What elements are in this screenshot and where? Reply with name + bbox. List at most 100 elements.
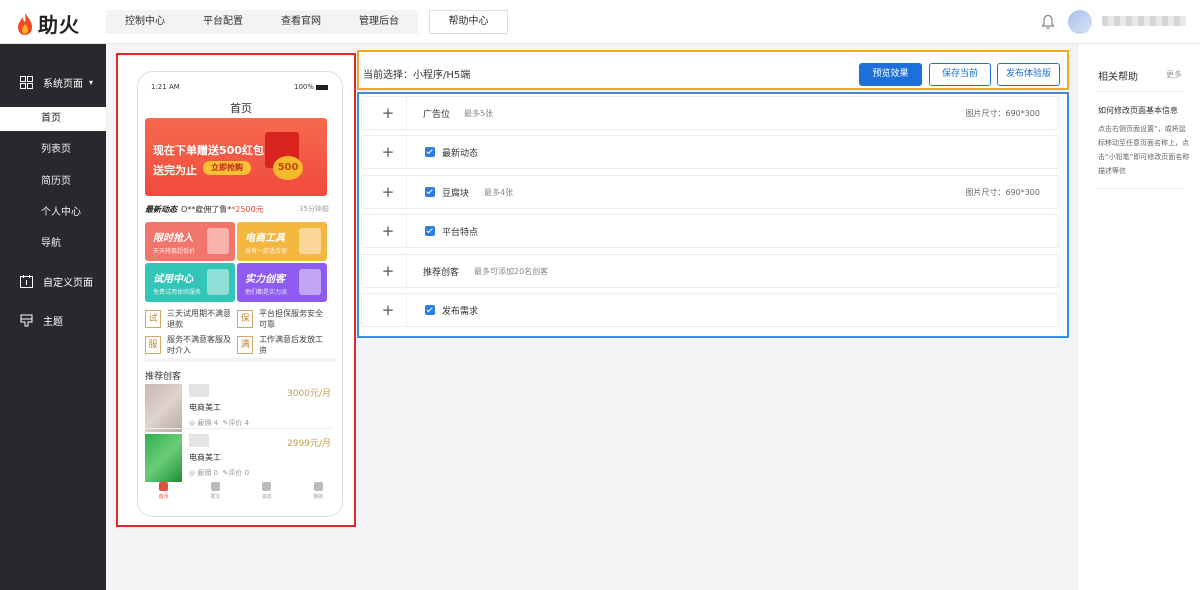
logo[interactable]: 助火 bbox=[16, 9, 80, 38]
maker-role: 电商美工 bbox=[189, 403, 221, 412]
module-row-post-demand[interactable]: + 发布需求 bbox=[361, 293, 1059, 327]
module-row-platform-features[interactable]: + 平台特点 bbox=[361, 214, 1059, 248]
list-item[interactable]: 电商美工 ◎ 雇佣 0 ✎评价 0 2999元/月 bbox=[145, 434, 331, 488]
refresh-icon bbox=[210, 482, 220, 491]
phone-banner[interactable]: 现在下单赠送500红包 送完为止 立即抢购 500 bbox=[145, 118, 327, 196]
review-count: 评价 0 bbox=[228, 469, 250, 477]
divider bbox=[406, 97, 407, 129]
top-nav: 控制中心 平台配置 查看官网 管理后台 bbox=[106, 10, 418, 34]
preview-button[interactable]: 预览效果 bbox=[859, 63, 922, 86]
card-title: 电商工具 bbox=[245, 233, 285, 244]
banner-buy-button[interactable]: 立即抢购 bbox=[203, 161, 251, 175]
module-checkbox[interactable] bbox=[425, 187, 435, 197]
calendar-icon bbox=[20, 274, 33, 288]
news-text-prefix: O**雇佣了鲁* bbox=[181, 205, 232, 214]
monitor-icon bbox=[299, 228, 321, 254]
nav-platform-config[interactable]: 平台配置 bbox=[184, 10, 262, 34]
help-answer: 点击右侧页面设置”，或将鼠标移动至任意页面名称上，点击“小铅笔”即可修改页面名称… bbox=[1098, 125, 1190, 175]
bell-icon[interactable] bbox=[1041, 14, 1055, 30]
flame-icon bbox=[18, 12, 32, 35]
current-selection-label: 当前选择：小程序/H5端 bbox=[363, 70, 471, 81]
tab-label: 我的 bbox=[313, 494, 324, 500]
expand-plus-icon[interactable]: + bbox=[378, 221, 398, 241]
sidebar-item-profile[interactable]: 个人中心 bbox=[0, 201, 106, 225]
phone-battery: 100% bbox=[294, 83, 329, 91]
help-more-link[interactable]: 更多 bbox=[1166, 69, 1182, 80]
module-row-latest-news[interactable]: + 最新动态 bbox=[361, 135, 1059, 169]
brand-name: 助火 bbox=[38, 13, 80, 37]
divider bbox=[406, 255, 407, 287]
news-time: 35分钟前 bbox=[299, 205, 329, 213]
tab-label: 消息 bbox=[261, 494, 272, 500]
card-title: 试用中心 bbox=[153, 274, 193, 285]
battery-text: 100% bbox=[294, 83, 315, 91]
feature-badge-icon: 服 bbox=[145, 336, 161, 354]
phone-frame: 1:21 AM 100% 首页 现在下单赠送500红包 送完为止 立即抢购 50… bbox=[137, 71, 343, 517]
news-tag: 最新动态 bbox=[145, 205, 177, 214]
expand-plus-icon[interactable]: + bbox=[378, 103, 398, 123]
module-row-tiles[interactable]: + 豆腐块 最多4张 图片尺寸：690*300 bbox=[361, 175, 1059, 209]
review-count: 评价 4 bbox=[228, 419, 250, 427]
feature-text: 三天试用期不满意退款 bbox=[167, 309, 231, 329]
list-item[interactable]: 电商美工 ◎ 雇佣 4 ✎评价 4 3000元/月 bbox=[145, 384, 331, 438]
tab-mine[interactable]: 我的 bbox=[293, 482, 343, 502]
tab-home[interactable]: 首页 bbox=[138, 482, 190, 502]
divider bbox=[1096, 188, 1184, 189]
recommend-title: 推荐创客 bbox=[145, 372, 182, 382]
divider bbox=[406, 136, 407, 168]
sidebar-item-list[interactable]: 列表页 bbox=[0, 138, 106, 162]
module-row-recommend-makers[interactable]: + 推荐创客 最多可添加20名创客 bbox=[361, 254, 1059, 288]
module-checkbox[interactable] bbox=[425, 305, 435, 315]
feature-guarantee: 保 平台担保服务安全可靠 bbox=[237, 308, 329, 332]
sidebar-group-custom-pages[interactable]: 自定义页面 bbox=[0, 263, 106, 299]
sidebar-item-home[interactable]: 首页 bbox=[0, 107, 106, 131]
nav-help-center[interactable]: 帮助中心 bbox=[429, 10, 508, 34]
editor-header: 当前选择：小程序/H5端 预览效果 保存当前 发布体验版 bbox=[357, 50, 1069, 90]
banner-line1: 现在下单赠送500红包 bbox=[153, 144, 264, 157]
card-flash-sale[interactable]: 限时抢入 天天特惠超低价 bbox=[145, 222, 235, 261]
card-ecom-tools[interactable]: 电商工具 总有一款适合你 bbox=[237, 222, 327, 261]
divider bbox=[145, 358, 335, 362]
module-row-ad-slot[interactable]: + 广告位 最多5张 图片尺寸：690*300 bbox=[361, 96, 1059, 130]
sidebar-item-resume[interactable]: 简历页 bbox=[0, 170, 106, 194]
avatar[interactable] bbox=[1068, 10, 1092, 34]
tab-post[interactable]: 发文 bbox=[190, 482, 242, 502]
expand-plus-icon[interactable]: + bbox=[378, 182, 398, 202]
sidebar-group-label: 系统页面 bbox=[43, 78, 83, 90]
sidebar-group-theme[interactable]: 主题 bbox=[0, 302, 106, 338]
maker-name-blurred bbox=[189, 384, 209, 397]
card-power-makers[interactable]: 实力创客 他们都是实力派 bbox=[237, 263, 327, 302]
nav-official-site[interactable]: 查看官网 bbox=[262, 10, 340, 34]
module-checkbox[interactable] bbox=[425, 147, 435, 157]
nav-admin-backend[interactable]: 管理后台 bbox=[340, 10, 418, 34]
sidebar-item-nav[interactable]: 导航 bbox=[0, 232, 106, 256]
feature-text: 平台担保服务安全可靠 bbox=[259, 309, 323, 329]
module-name: 平台特点 bbox=[442, 228, 479, 238]
feature-text: 服务不满意客服及时介入 bbox=[167, 335, 231, 355]
expand-plus-icon[interactable]: + bbox=[378, 142, 398, 162]
feature-text: 工作满意后发放工资 bbox=[259, 335, 323, 355]
palette-icon bbox=[20, 314, 33, 326]
expand-plus-icon[interactable]: + bbox=[378, 261, 398, 281]
username-blurred[interactable] bbox=[1102, 16, 1186, 26]
save-button[interactable]: 保存当前 bbox=[929, 63, 991, 86]
news-text: O**雇佣了鲁**2500元 bbox=[181, 204, 264, 215]
module-note: 最多5张 bbox=[464, 109, 494, 118]
module-checkbox[interactable] bbox=[425, 226, 435, 236]
module-list: + 广告位 最多5张 图片尺寸：690*300 + 最新动态 + 豆腐块 最多4… bbox=[357, 92, 1069, 338]
module-name: 发布需求 bbox=[442, 307, 479, 317]
news-ticker[interactable]: 最新动态 O**雇佣了鲁**2500元 35分钟前 bbox=[145, 204, 329, 218]
tab-messages[interactable]: 消息 bbox=[241, 482, 293, 502]
module-name: 最新动态 bbox=[442, 149, 479, 159]
maker-meta: ◎ 雇佣 0 ✎评价 0 bbox=[189, 468, 249, 478]
expand-plus-icon[interactable]: + bbox=[378, 300, 398, 320]
help-question[interactable]: 如何修改页面基本信息 bbox=[1098, 105, 1178, 116]
feature-service: 服 服务不满意客服及时介入 bbox=[145, 334, 237, 358]
nav-control-center[interactable]: 控制中心 bbox=[106, 10, 184, 34]
phone-status-bar: 1:21 AM 100% bbox=[138, 80, 342, 94]
help-title: 相关帮助 bbox=[1098, 72, 1138, 83]
phone-page-title: 首页 bbox=[230, 102, 252, 115]
sidebar-group-system-pages[interactable]: 系统页面 ▾ bbox=[0, 64, 106, 100]
publish-trial-button[interactable]: 发布体验版 bbox=[997, 63, 1060, 86]
card-trial-center[interactable]: 试用中心 免费试用体验服务 bbox=[145, 263, 235, 302]
